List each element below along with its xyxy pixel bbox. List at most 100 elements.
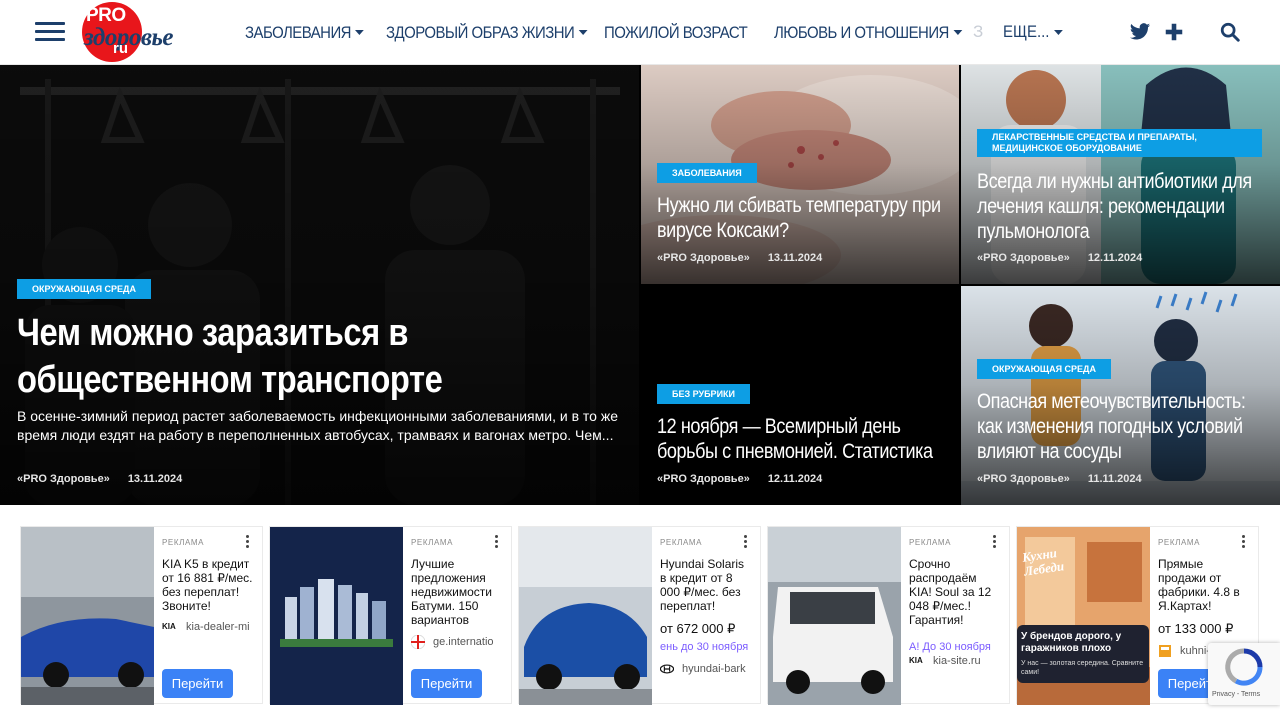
- category-badge[interactable]: ОКРУЖАЮЩАЯ СРЕДА: [977, 359, 1111, 379]
- ad-text[interactable]: Прямые продажи от фабрики. 4.8 в Я.Карта…: [1158, 557, 1250, 613]
- nav-item-love-relations[interactable]: ЛЮБОВЬ И ОТНОШЕНИЯ: [774, 23, 963, 43]
- ad-domain-text: kia-dealer-mi: [186, 621, 250, 633]
- ad-price: от 133 000 ₽: [1158, 621, 1234, 636]
- article-title[interactable]: Чем можно заразиться в общественном тран…: [17, 310, 636, 404]
- nav-more[interactable]: ЕЩЕ...: [1003, 22, 1063, 42]
- ad-label: РЕКЛАМА: [660, 538, 703, 547]
- plus-icon[interactable]: [1163, 21, 1185, 43]
- more-options-icon[interactable]: [993, 535, 997, 549]
- ad-text[interactable]: Hyundai Solaris в кредит от 8 000 ₽/мес.…: [660, 557, 752, 613]
- ad-card[interactable]: РЕКЛАМА Hyundai Solaris в кредит от 8 00…: [518, 526, 761, 705]
- ad-image: [768, 527, 901, 705]
- article-meta: «PRO Здоровье» 12.11.2024: [977, 252, 1142, 264]
- nav-item-label: ЗДОРОВЫЙ ОБРАЗ ЖИЗНИ: [386, 22, 575, 42]
- ad-image: [270, 527, 403, 705]
- article-date: 13.11.2024: [767, 252, 823, 264]
- ad-card[interactable]: РЕКЛАМА Срочно распродаём KIA! Soul за 1…: [767, 526, 1010, 705]
- article-date: 11.11.2024: [1087, 473, 1142, 485]
- nav-item-label: ПОЖИЛОЙ ВОЗРАСТ: [604, 22, 748, 42]
- ad-strip: РЕКЛАМА KIA K5 в кредит от 16 881 ₽/мес.…: [0, 505, 1280, 720]
- featured-grid: ОКРУЖАЮЩАЯ СРЕДА Чем можно заразиться в …: [0, 65, 1280, 505]
- article-author[interactable]: «PRO Здоровье»: [17, 473, 110, 485]
- ad-domain-text: ge.internatio: [433, 636, 494, 648]
- ad-domain-text: hyundai-bark: [682, 663, 746, 675]
- article-author[interactable]: «PRO Здоровье»: [977, 252, 1070, 264]
- more-options-icon[interactable]: [1242, 535, 1246, 549]
- featured-article-2[interactable]: ЛЕКАРСТВЕННЫЕ СРЕДСТВА И ПРЕПАРАТЫ, МЕДИ…: [961, 65, 1280, 284]
- category-badge[interactable]: ОКРУЖАЮЩАЯ СРЕДА: [17, 279, 151, 299]
- ad-label: РЕКЛАМА: [162, 538, 205, 547]
- ad-price: от 672 000 ₽: [660, 621, 736, 636]
- kitchen-banner-subtext: У нас — золотая середина. Сравните сами!: [1021, 660, 1144, 676]
- logo-ru: ru: [113, 40, 128, 57]
- more-options-icon[interactable]: [744, 535, 748, 549]
- site-header: PRO здоровье ru ЗАБОЛЕВАНИЯ ЗДОРОВЫЙ ОБР…: [0, 0, 1280, 65]
- article-meta: «PRO Здоровье» 13.11.2024: [17, 473, 182, 485]
- ad-image: [519, 527, 652, 705]
- ad-body: РЕКЛАМА Лучшие предложения недвижимости …: [411, 527, 511, 705]
- nav-item-label: ЛЮБОВЬ И ОТНОШЕНИЯ: [774, 22, 949, 42]
- article-author[interactable]: «PRO Здоровье»: [977, 473, 1070, 485]
- category-badge[interactable]: БЕЗ РУБРИКИ: [657, 384, 750, 404]
- menu-icon[interactable]: [35, 22, 65, 42]
- ad-label: РЕКЛАМА: [411, 538, 454, 547]
- more-options-icon[interactable]: [246, 535, 250, 549]
- search-icon[interactable]: [1219, 21, 1241, 43]
- ad-domain[interactable]: ge.internatio: [411, 635, 511, 649]
- nav-more-label: ЕЩЕ...: [1003, 22, 1050, 41]
- car-photo-hyundai-solaris: [519, 527, 652, 705]
- site-logo[interactable]: PRO здоровье ru: [80, 2, 200, 64]
- nav-item-faded[interactable]: З: [973, 22, 983, 42]
- featured-article-3[interactable]: БЕЗ РУБРИКИ 12 ноября — Всемирный день б…: [641, 286, 959, 505]
- batumi-buildings-image: [270, 527, 403, 705]
- kitchen-banner-text: У брендов дорого, у гаражников плохо: [1021, 631, 1122, 654]
- recaptcha-text[interactable]: Privacy - Terms: [1212, 691, 1280, 698]
- nav-item-label: ЗАБОЛЕВАНИЯ: [245, 22, 351, 42]
- article-meta: «PRO Здоровье» 11.11.2024: [977, 473, 1142, 485]
- article-title[interactable]: Опасная метеочувствительность: как измен…: [977, 389, 1261, 464]
- featured-main-article[interactable]: ОКРУЖАЮЩАЯ СРЕДА Чем можно заразиться в …: [0, 65, 639, 505]
- article-title[interactable]: 12 ноября — Всемирный день борьбы с пнев…: [657, 414, 954, 464]
- more-options-icon[interactable]: [495, 535, 499, 549]
- caret-down-icon: [1053, 29, 1063, 35]
- recaptcha-icon: [1225, 648, 1263, 686]
- car-photo-kia-soul: [768, 527, 901, 705]
- article-title[interactable]: Всегда ли нужны антибиотики для лечения …: [977, 169, 1261, 244]
- ad-domain[interactable]: KIA kia-dealer-mi: [162, 621, 262, 633]
- caret-down-icon: [578, 30, 588, 35]
- featured-article-1[interactable]: ЗАБОЛЕВАНИЯ Нужно ли сбивать температуру…: [641, 65, 959, 284]
- twitter-icon[interactable]: [1129, 21, 1151, 43]
- article-author[interactable]: «PRO Здоровье»: [657, 473, 750, 485]
- ad-domain-text: kia-site.ru: [933, 655, 981, 667]
- article-title[interactable]: Нужно ли сбивать температуру при вирусе …: [657, 193, 949, 243]
- ad-card[interactable]: РЕКЛАМА KIA K5 в кредит от 16 881 ₽/мес.…: [20, 526, 263, 705]
- logo-wordmark: здоровье: [84, 24, 174, 51]
- ad-body: РЕКЛАМА KIA K5 в кредит от 16 881 ₽/мес.…: [162, 527, 262, 705]
- ad-domain[interactable]: hyundai-bark: [660, 663, 760, 675]
- car-photo-kia-k5: [21, 527, 154, 705]
- ad-go-button[interactable]: Перейти: [411, 669, 482, 698]
- ad-go-button[interactable]: Перейти: [162, 669, 233, 698]
- article-date: 12.11.2024: [767, 473, 823, 485]
- ad-image: Кухни Лебеди У брендов дорого, у гаражни…: [1017, 527, 1150, 705]
- ad-text[interactable]: Лучшие предложения недвижимости Батуми. …: [411, 557, 503, 627]
- article-author[interactable]: «PRO Здоровье»: [657, 252, 750, 264]
- ad-domain[interactable]: KIA kia-site.ru: [909, 655, 1009, 667]
- nav-item-diseases[interactable]: ЗАБОЛЕВАНИЯ: [245, 23, 369, 43]
- georgia-flag-icon: [411, 635, 425, 649]
- recaptcha-badge[interactable]: Privacy - Terms: [1208, 643, 1280, 705]
- ad-label: РЕКЛАМА: [909, 538, 952, 547]
- category-badge[interactable]: ЗАБОЛЕВАНИЯ: [657, 163, 757, 183]
- nav-item-elderly[interactable]: ПОЖИЛОЙ ВОЗРАСТ: [604, 23, 754, 43]
- category-badge[interactable]: ЛЕКАРСТВЕННЫЕ СРЕДСТВА И ПРЕПАРАТЫ, МЕДИ…: [977, 129, 1262, 157]
- main-nav: ЗАБОЛЕВАНИЯ ЗДОРОВЫЙ ОБРАЗ ЖИЗНИ ПОЖИЛОЙ…: [245, 0, 964, 65]
- ad-card[interactable]: РЕКЛАМА Лучшие предложения недвижимости …: [269, 526, 512, 705]
- featured-article-4[interactable]: ОКРУЖАЮЩАЯ СРЕДА Опасная метеочувствител…: [961, 286, 1280, 505]
- ad-text[interactable]: KIA K5 в кредит от 16 881 ₽/мес. без пер…: [162, 557, 254, 613]
- ad-text[interactable]: Срочно распродаём KIA! Soul за 12 048 ₽/…: [909, 557, 1001, 627]
- ad-promo: ень до 30 ноября: [660, 641, 749, 653]
- article-date: 13.11.2024: [127, 473, 183, 485]
- article-meta: «PRO Здоровье» 13.11.2024: [657, 252, 822, 264]
- nav-item-healthy-lifestyle[interactable]: ЗДОРОВЫЙ ОБРАЗ ЖИЗНИ: [386, 22, 588, 43]
- ad-label: РЕКЛАМА: [1158, 538, 1201, 547]
